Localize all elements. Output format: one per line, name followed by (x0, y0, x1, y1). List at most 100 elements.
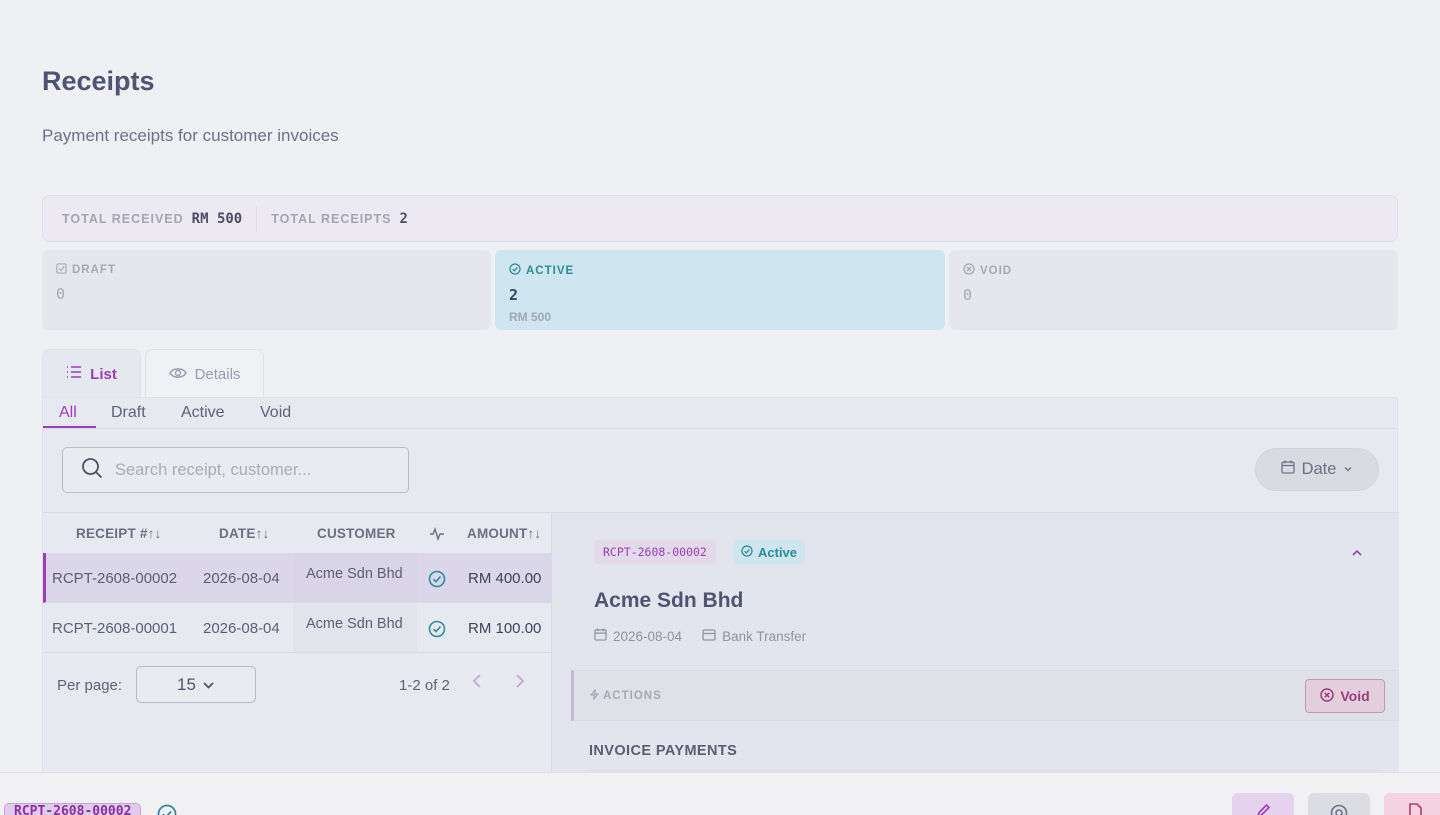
view-button[interactable] (1308, 793, 1370, 815)
page-subtitle: Payment receipts for customer invoices (42, 126, 339, 145)
page-title: Receipts (42, 66, 155, 96)
table-row[interactable]: RCPT-2608-00001 2026-08-04 Acme Sdn Bhd … (43, 603, 551, 653)
bottom-action-bar: RCPT-2608-00002 (0, 772, 1440, 815)
receipts-table: RECEIPT #↑↓ DATE↑↓ CUSTOMER AMOUNT↑↓ RCP… (43, 512, 552, 778)
summary-bar: TOTAL RECEIVED RM 500 TOTAL RECEIPTS 2 (42, 195, 1398, 242)
status-badge: Active (733, 540, 806, 564)
receipt-date: 2026-08-04 (203, 570, 280, 587)
col-header-amount[interactable]: AMOUNT↑↓ (467, 526, 541, 541)
filter-tab-active[interactable]: Active (181, 404, 225, 422)
actions-label: ACTIONS (603, 690, 662, 702)
filter-tab-indicator (43, 426, 96, 428)
receipt-number: RCPT-2608-00001 (52, 620, 178, 637)
detail-payment-method: Bank Transfer (722, 628, 807, 644)
document-icon-button[interactable] (1384, 793, 1440, 815)
status-check-icon (428, 570, 446, 592)
x-circle-icon (1320, 687, 1335, 705)
filter-tab-all[interactable]: All (59, 404, 77, 422)
actions-label-wrap: ACTIONS (589, 689, 662, 703)
receipt-detail-pane: RCPT-2608-00002 Active Acme Sdn Bhd 2026… (552, 512, 1399, 778)
x-circle-icon (963, 263, 975, 278)
actions-bar: ACTIONS Void (571, 670, 1399, 721)
status-card-count: 2 (509, 286, 519, 304)
total-received-value: RM 500 (191, 210, 243, 227)
status-card-count: 0 (56, 285, 66, 303)
sort-icon: ↑↓ (255, 526, 270, 541)
status-card-void[interactable]: VOID 0 (949, 250, 1398, 330)
status-card-amount: RM 500 (509, 310, 552, 324)
receipt-customer: Acme Sdn Bhd (306, 566, 403, 582)
detail-receipt-id: RCPT-2608-00002 (594, 540, 716, 564)
void-button[interactable]: Void (1305, 679, 1385, 713)
status-card-label: ACTIVE (526, 264, 575, 277)
invoice-payments-heading: INVOICE PAYMENTS (589, 743, 738, 759)
chevron-down-icon (1343, 460, 1353, 479)
page-range: 1-2 of 2 (399, 677, 450, 694)
edit-button[interactable] (1232, 793, 1294, 815)
tab-list[interactable]: List (42, 349, 141, 398)
prev-page-icon[interactable] (471, 673, 485, 694)
total-received-label: TOTAL RECEIVED (62, 211, 184, 226)
calendar-icon (1280, 460, 1295, 479)
status-card-draft[interactable]: DRAFT 0 (42, 250, 491, 330)
lightning-icon (589, 689, 600, 703)
eye-icon (1329, 803, 1349, 815)
chevron-up-icon[interactable] (1351, 545, 1363, 563)
col-header-date-label: DATE (219, 526, 256, 541)
total-receipts-value: 2 (399, 210, 408, 227)
status-card-active[interactable]: ACTIVE 2 RM 500 (495, 250, 945, 330)
filter-tab-void[interactable]: Void (260, 404, 291, 422)
bottom-receipt-id: RCPT-2608-00002 (4, 803, 142, 815)
detail-meta: 2026-08-04 Bank Transfer (594, 628, 806, 644)
pencil-icon (1255, 803, 1271, 815)
filter-tabs: All Draft Active Void (43, 398, 1397, 429)
check-circle-icon (509, 263, 521, 278)
sort-icon: ↑↓ (147, 526, 162, 541)
date-filter-button[interactable]: Date (1255, 448, 1379, 491)
receipt-amount: RM 400.00 (468, 570, 542, 587)
col-header-date[interactable]: DATE↑↓ (219, 526, 269, 541)
list-icon (66, 365, 82, 383)
draft-icon (56, 263, 67, 277)
col-header-customer: CUSTOMER (317, 526, 396, 541)
status-check-icon (428, 620, 446, 642)
search-box (62, 447, 409, 493)
table-row[interactable]: RCPT-2608-00002 2026-08-04 Acme Sdn Bhd … (43, 553, 551, 603)
search-icon (81, 457, 103, 484)
date-filter-label: Date (1301, 460, 1337, 478)
receipt-customer: Acme Sdn Bhd (306, 616, 403, 632)
eye-icon (168, 366, 187, 383)
void-button-label: Void (1340, 688, 1370, 704)
tab-details[interactable]: Details (145, 349, 264, 398)
filter-tab-draft[interactable]: Draft (111, 404, 146, 422)
summary-divider (256, 205, 258, 232)
status-badge-label: Active (758, 544, 798, 560)
tab-details-label: Details (194, 365, 241, 383)
pagination: Per page: 15 1-2 of 2 (43, 656, 551, 716)
col-header-receipt-label: RECEIPT # (76, 526, 148, 541)
sort-icon: ↑↓ (527, 526, 542, 541)
search-input[interactable] (115, 460, 395, 480)
tab-list-label: List (90, 365, 117, 383)
col-header-amount-label: AMOUNT (467, 526, 528, 541)
total-receipts-label: TOTAL RECEIPTS (271, 211, 392, 226)
receipt-date: 2026-08-04 (203, 620, 280, 637)
detail-date: 2026-08-04 (613, 628, 683, 644)
receipts-panel: All Draft Active Void Date RECEIPT #↑↓ D… (42, 397, 1399, 778)
status-card-label: DRAFT (72, 264, 116, 276)
per-page-label: Per page: (57, 677, 123, 694)
calendar-icon (594, 628, 607, 644)
next-page-icon[interactable] (512, 673, 526, 694)
detail-customer-name: Acme Sdn Bhd (594, 589, 744, 612)
per-page-select[interactable]: 15 (136, 666, 256, 703)
chevron-down-icon (202, 675, 215, 695)
file-icon (1407, 803, 1423, 815)
status-card-count: 0 (963, 286, 973, 304)
divider (589, 770, 1379, 771)
status-card-label: VOID (980, 264, 1013, 277)
check-circle-icon (741, 544, 753, 560)
check-circle-icon (157, 804, 177, 815)
per-page-value: 15 (177, 674, 196, 694)
activity-icon (429, 526, 445, 544)
col-header-receipt[interactable]: RECEIPT #↑↓ (76, 526, 161, 541)
